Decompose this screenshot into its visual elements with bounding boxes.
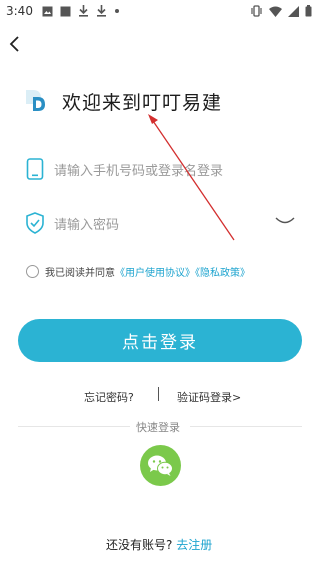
register-row: 还没有账号? 去注册 (106, 536, 212, 553)
eye-closed-icon[interactable] (274, 214, 296, 228)
vibrate-icon (251, 5, 262, 17)
phone-input[interactable] (54, 159, 264, 183)
system-icons (250, 5, 312, 17)
quick-login-label: 快速登录 (136, 421, 180, 434)
login-button[interactable]: 点击登录 (18, 319, 302, 362)
signal-icon (288, 5, 299, 17)
chevron-left-icon (9, 36, 19, 52)
download-icon (79, 5, 88, 17)
back-button[interactable] (6, 34, 26, 54)
divider-right (190, 426, 302, 427)
battery-icon (305, 5, 312, 17)
square-icon (60, 6, 71, 16)
privacy-policy-link[interactable]: 《隐私政策》 (195, 268, 250, 279)
status-time: 3:40 (6, 4, 33, 18)
agreement-text: 我已阅读并同意《用户使用协议》《隐私政策》 (45, 264, 250, 279)
wechat-login-button[interactable] (140, 445, 181, 486)
welcome-title: 欢迎来到叮叮易建 (62, 92, 223, 114)
agreement-checkbox[interactable] (26, 265, 39, 278)
register-prompt: 还没有账号? (106, 538, 173, 552)
user-agreement-link[interactable]: 《用户使用协议》 (115, 268, 195, 279)
status-bar: 3:40 (0, 0, 320, 24)
dot-icon (115, 9, 119, 13)
notification-icons (42, 5, 120, 17)
download-icon (97, 5, 106, 17)
app-logo (26, 90, 45, 111)
shield-check-icon (26, 212, 44, 234)
register-link[interactable]: 去注册 (176, 538, 212, 552)
image-icon (42, 6, 53, 16)
wechat-icon (148, 455, 173, 476)
wifi-icon (269, 6, 282, 17)
forgot-password-link[interactable]: 忘记密码? (84, 389, 134, 405)
link-divider (158, 387, 159, 401)
divider-left (18, 426, 130, 427)
phone-icon (26, 158, 44, 180)
password-input[interactable] (54, 213, 264, 237)
code-login-link[interactable]: 验证码登录> (177, 389, 241, 405)
agreement-prefix: 我已阅读并同意 (45, 268, 115, 279)
